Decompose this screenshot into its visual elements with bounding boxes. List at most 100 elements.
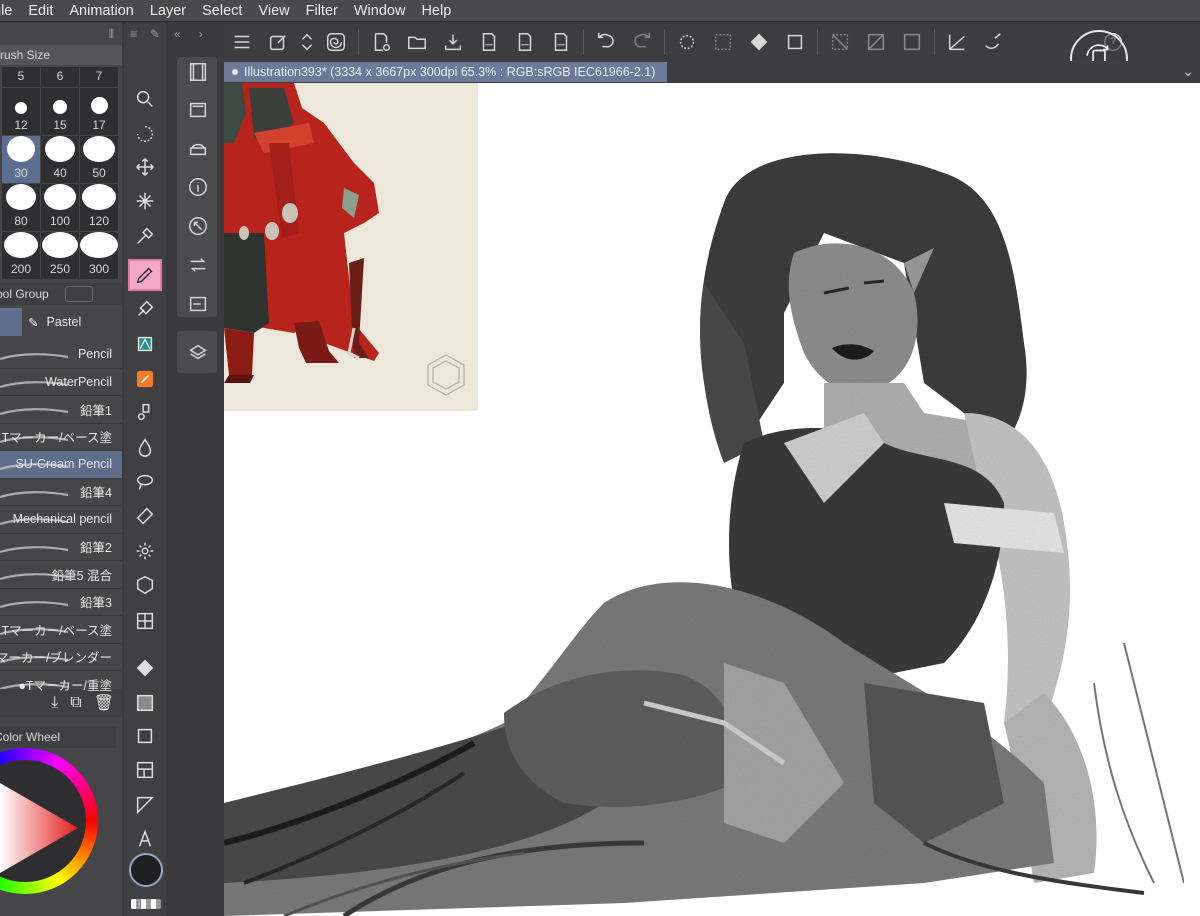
brush-size-option[interactable]: 50 (80, 136, 118, 183)
tab-selected[interactable] (0, 308, 22, 336)
ruler-snap-icon[interactable] (939, 25, 975, 59)
fill-icon[interactable] (128, 652, 162, 684)
menu-animation[interactable]: Animation (61, 3, 141, 19)
frame-icon[interactable] (128, 754, 162, 786)
brush-size-option[interactable]: 100 (41, 184, 79, 231)
layers-icon[interactable] (185, 340, 211, 366)
brush-icon[interactable] (128, 293, 162, 325)
loading-icon[interactable] (669, 25, 705, 59)
brush-item[interactable]: 鉛筆2 (0, 534, 122, 561)
menu-select[interactable]: Select (194, 3, 250, 19)
brush-item[interactable]: Mechanical pencil (0, 506, 122, 534)
menu-edit[interactable]: Edit (20, 3, 61, 19)
brush-size-option[interactable]: 7 (80, 67, 118, 87)
brush-item[interactable]: Pencil (0, 341, 122, 369)
brush-size-option[interactable]: 80 (2, 184, 40, 231)
brush-size-option[interactable]: 6 (41, 67, 79, 87)
color-triangle[interactable] (0, 783, 80, 873)
brush-item[interactable]: マーカー/ブレンダー (0, 644, 122, 671)
zoom-icon[interactable] (128, 83, 162, 115)
expand-right-icon[interactable]: › (199, 27, 203, 41)
chevron-down-icon[interactable]: ⌄ (1182, 63, 1194, 80)
auto-action-icon[interactable] (185, 252, 211, 278)
rotate-icon[interactable] (128, 118, 162, 150)
drawing-canvas[interactable] (224, 83, 1200, 916)
material-icon[interactable] (185, 135, 211, 161)
brush-item[interactable]: 鉛筆1 (0, 396, 122, 424)
rectangle-icon[interactable] (128, 720, 162, 752)
brush-item[interactable]: SU-Cream Pencil (0, 451, 122, 479)
airbrush-icon[interactable] (128, 328, 162, 360)
document-tab[interactable]: Illustration393* (3334 x 3667px 300dpi 6… (224, 62, 667, 82)
collapse-handle-icon[interactable]: ⦀ (109, 27, 114, 42)
info-icon[interactable] (185, 174, 211, 200)
lasso-icon[interactable] (128, 466, 162, 498)
menu-window[interactable]: Window (346, 3, 414, 19)
trash-icon[interactable]: 🗑 (94, 693, 114, 713)
gear-icon[interactable] (128, 535, 162, 567)
brush-size-option[interactable]: 5 (2, 67, 40, 87)
brush-size-option[interactable]: 40 (41, 136, 79, 183)
export-png-icon[interactable] (507, 25, 543, 59)
redo-icon[interactable] (624, 25, 660, 59)
menu-icon[interactable] (224, 25, 260, 59)
brush-size-option[interactable]: 12 (2, 88, 40, 135)
brush-size-option[interactable]: 30 (2, 136, 40, 183)
ruler-icon[interactable] (128, 605, 162, 637)
up-down-icon[interactable] (296, 25, 318, 59)
navigator-icon[interactable] (185, 97, 211, 123)
spiral-icon[interactable] (318, 25, 354, 59)
fill-icon[interactable] (741, 25, 777, 59)
brush-size-option[interactable]: 17 (80, 88, 118, 135)
brush-item[interactable]: 鉛筆4 (0, 479, 122, 506)
brush-size-option[interactable]: 120 (80, 184, 118, 231)
duplicate-icon[interactable]: ⧉ (70, 694, 81, 712)
collapse-left-icon[interactable]: « (174, 27, 181, 41)
brush-size-option[interactable]: 15 (41, 88, 79, 135)
tool-settings-icon[interactable] (64, 286, 93, 302)
eyedropper-icon[interactable] (128, 220, 162, 252)
brush-item[interactable]: Tマーカー/ベース塗 (0, 424, 122, 451)
brush-item[interactable]: WaterPencil (0, 369, 122, 396)
open-folder-icon[interactable] (399, 25, 435, 59)
text-icon[interactable] (128, 823, 162, 855)
menu-file[interactable]: File (0, 3, 20, 19)
export-psd-icon[interactable] (543, 25, 579, 59)
invert-selection-icon[interactable] (858, 25, 894, 59)
menu-filter[interactable]: Filter (298, 3, 346, 19)
layer-property-icon[interactable] (185, 291, 211, 317)
undo-icon[interactable] (588, 25, 624, 59)
tab-pastel[interactable]: ✎ Pastel (22, 308, 122, 336)
brush-small-icon[interactable]: ✎ (150, 27, 160, 41)
pen-icon[interactable] (128, 259, 162, 291)
brush-stroke-icon[interactable] (975, 25, 1011, 59)
new-brush-icon[interactable] (260, 25, 296, 59)
import-icon[interactable]: ⤓ (51, 694, 58, 712)
transparent-color-swatch[interactable] (131, 899, 161, 909)
expand-selection-icon[interactable] (894, 25, 930, 59)
menu-lines-icon[interactable]: ≡ (130, 27, 137, 41)
select-icon[interactable] (128, 500, 162, 532)
3d-icon[interactable] (128, 569, 162, 601)
menu-help[interactable]: Help (413, 3, 459, 19)
export-jpg-icon[interactable] (471, 25, 507, 59)
brush-size-option[interactable]: 200 (2, 232, 40, 279)
sparkle-icon[interactable] (128, 185, 162, 217)
brush-item[interactable]: 鉛筆5 混合 (0, 561, 122, 589)
new-canvas-icon[interactable] (363, 25, 399, 59)
brush-item[interactable]: Tマーカー/ベース塗 (0, 616, 122, 644)
clear-selection-icon[interactable] (705, 25, 741, 59)
transform-icon[interactable] (777, 25, 813, 59)
brush-size-option[interactable]: 250 (41, 232, 79, 279)
decoration-icon[interactable] (128, 363, 162, 395)
brush-size-option[interactable]: 300 (80, 232, 118, 279)
eraser-icon[interactable] (128, 396, 162, 428)
brush-item[interactable]: 鉛筆3 (0, 589, 122, 616)
gradient-icon[interactable] (128, 687, 162, 719)
main-color-swatch[interactable] (129, 853, 163, 887)
menu-view[interactable]: View (250, 3, 297, 19)
save-icon[interactable] (435, 25, 471, 59)
film-icon[interactable] (185, 59, 211, 85)
blend-icon[interactable] (128, 431, 162, 463)
hide-selection-icon[interactable] (822, 25, 858, 59)
